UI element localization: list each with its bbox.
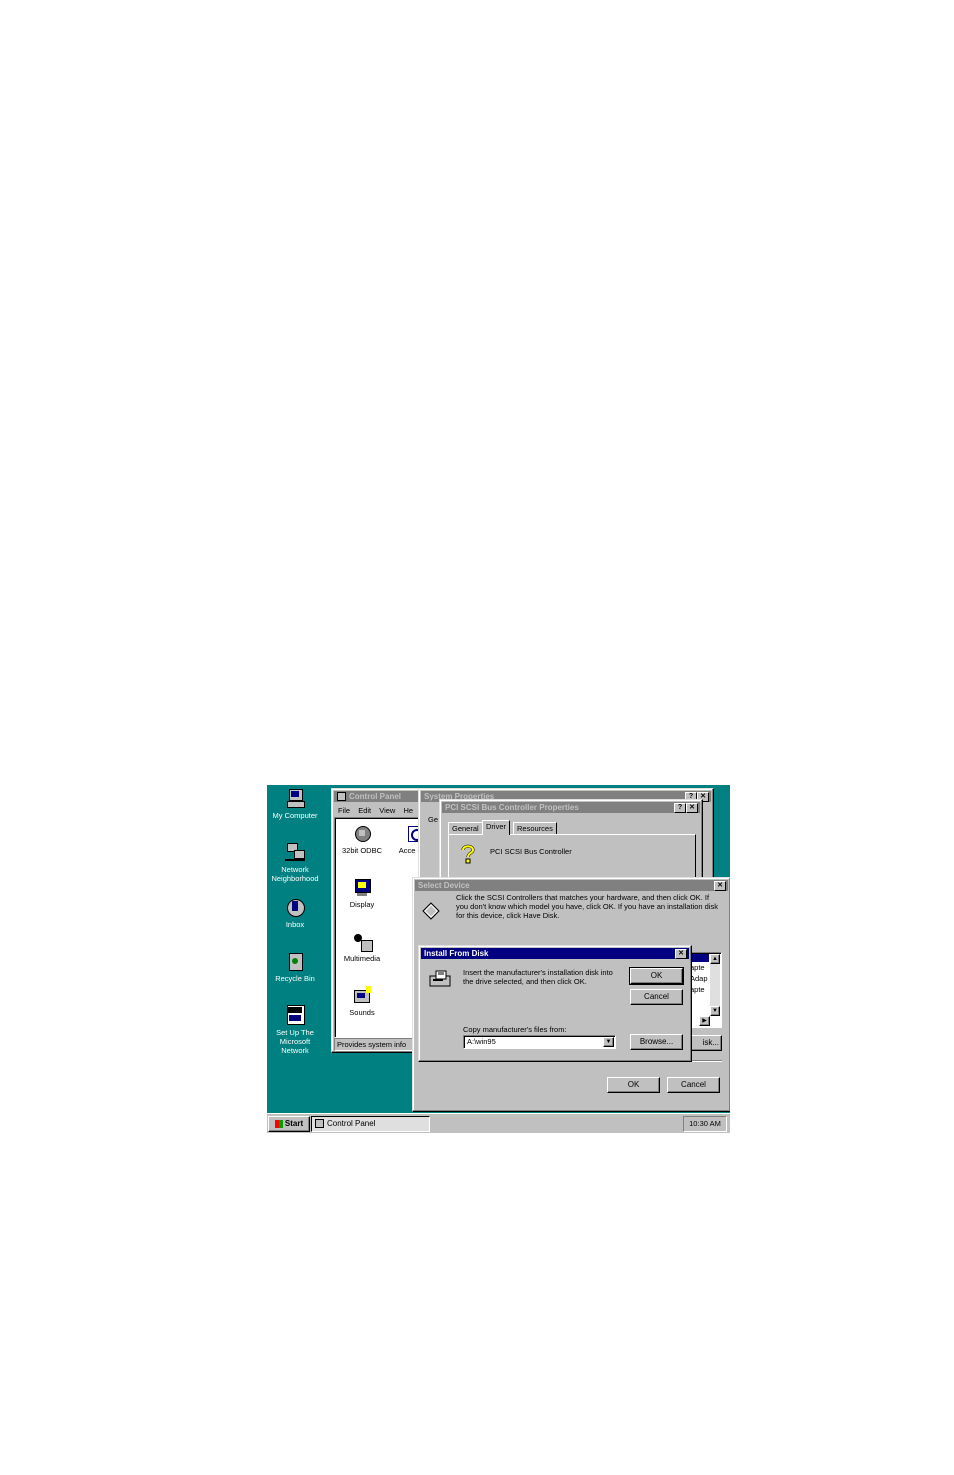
install-from-disk-close-button[interactable]: ✕ (675, 949, 687, 959)
control-panel-task-icon (315, 1119, 324, 1129)
install-from-disk-titlebar[interactable]: Install From Disk (421, 948, 689, 959)
pci-properties-help-button[interactable]: ? (674, 803, 686, 813)
browse-button[interactable]: Browse... (630, 1034, 683, 1050)
select-device-diamond-icon (422, 902, 440, 920)
tab-driver[interactable]: Driver (482, 820, 510, 835)
network-neighborhood-icon (285, 842, 305, 862)
select-device-ok-button[interactable]: OK (607, 1077, 660, 1093)
control-panel-menubar: File Edit View He (338, 806, 413, 815)
list-vertical-scrollbar[interactable]: ▲ ▼ (710, 954, 720, 1016)
scroll-down-arrow-icon[interactable]: ▼ (710, 1006, 720, 1016)
windows-logo-icon (274, 1119, 283, 1128)
question-device-icon (459, 844, 477, 864)
cp-item-sounds[interactable]: Sounds (338, 986, 386, 1017)
system-properties-tab-general[interactable]: Ge (428, 815, 438, 824)
pci-device-name: PCI SCSI Bus Controller (490, 847, 572, 856)
sounds-icon (352, 986, 372, 1006)
install-from-disk-cancel-button[interactable]: Cancel (630, 989, 683, 1005)
taskbar-button-control-panel[interactable]: Control Panel (311, 1116, 430, 1132)
control-panel-title-icon (337, 792, 346, 802)
control-panel-icon-view: 32bit ODBC Acce Opti Display Multimedia … (334, 817, 431, 1038)
control-panel-status-bar: Provides system info (334, 1038, 420, 1051)
copy-files-path-combobox[interactable]: A:\win95 ▼ (463, 1035, 616, 1049)
select-device-close-button[interactable]: ✕ (714, 881, 726, 891)
cp-item-odbc[interactable]: 32bit ODBC (338, 824, 386, 855)
desktop-icon-inbox[interactable]: Inbox (267, 897, 323, 929)
install-from-disk-ok-button[interactable]: OK (629, 967, 684, 985)
desktop-icon-recycle-bin[interactable]: Recycle Bin (267, 951, 323, 983)
floppy-drive-icon (429, 970, 451, 988)
desktop: My Computer Network Neighborhood Inbox R… (267, 785, 730, 1133)
display-icon (352, 878, 372, 898)
menu-view[interactable]: View (379, 806, 395, 815)
cp-item-multimedia[interactable]: Multimedia (338, 932, 386, 963)
list-row-1[interactable]: apte (690, 963, 705, 972)
select-device-model-list[interactable]: apte Adap apte ▲ ▼ ▶ (687, 952, 722, 1028)
my-computer-icon (285, 788, 305, 808)
recycle-bin-icon (285, 951, 305, 971)
taskbar-clock: 10:30 AM (683, 1116, 727, 1132)
cp-item-display[interactable]: Display (338, 878, 386, 909)
multimedia-icon (352, 932, 373, 952)
menu-file[interactable]: File (338, 806, 350, 815)
menu-help[interactable]: He (403, 806, 413, 815)
menu-edit[interactable]: Edit (358, 806, 371, 815)
start-button[interactable]: Start (268, 1116, 310, 1132)
msn-icon (285, 1005, 305, 1025)
odbc-icon (352, 824, 372, 844)
pci-properties-close-button[interactable]: ✕ (686, 803, 698, 813)
scroll-right-arrow-icon[interactable]: ▶ (699, 1016, 710, 1026)
chevron-down-icon[interactable]: ▼ (603, 1037, 614, 1047)
control-panel-titlebar[interactable]: Control Panel (334, 791, 420, 802)
select-device-cancel-button[interactable]: Cancel (667, 1077, 720, 1093)
copy-files-path-input[interactable]: A:\win95 (467, 1037, 496, 1046)
pci-properties-tabstrip: General Driver Resources (448, 820, 698, 835)
scroll-up-arrow-icon[interactable]: ▲ (710, 954, 720, 964)
select-device-message: Click the SCSI Controllers that matches … (456, 893, 718, 920)
desktop-icon-msn[interactable]: Set Up The Microsoft Network (267, 1005, 323, 1055)
pci-properties-titlebar[interactable]: PCI SCSI Bus Controller Properties (442, 802, 700, 813)
control-panel-window: Control Panel File Edit View He 32bit OD… (331, 788, 431, 1053)
desktop-icon-my-computer[interactable]: My Computer (267, 788, 323, 820)
inbox-icon (285, 897, 305, 917)
list-selected-row[interactable] (689, 954, 709, 962)
taskbar: Start Control Panel 10:30 AM (267, 1113, 730, 1133)
install-from-disk-message: Insert the manufacturer's installation d… (463, 968, 613, 986)
list-row-3[interactable]: apte (690, 985, 705, 994)
desktop-icon-network[interactable]: Network Neighborhood (267, 842, 323, 883)
copy-files-from-label: Copy manufacturer's files from: (463, 1025, 567, 1034)
list-row-2[interactable]: Adap (690, 974, 708, 983)
install-from-disk-dialog: Install From Disk ✕ Insert the manufactu… (418, 945, 692, 1062)
select-device-titlebar[interactable]: Select Device (415, 880, 728, 891)
